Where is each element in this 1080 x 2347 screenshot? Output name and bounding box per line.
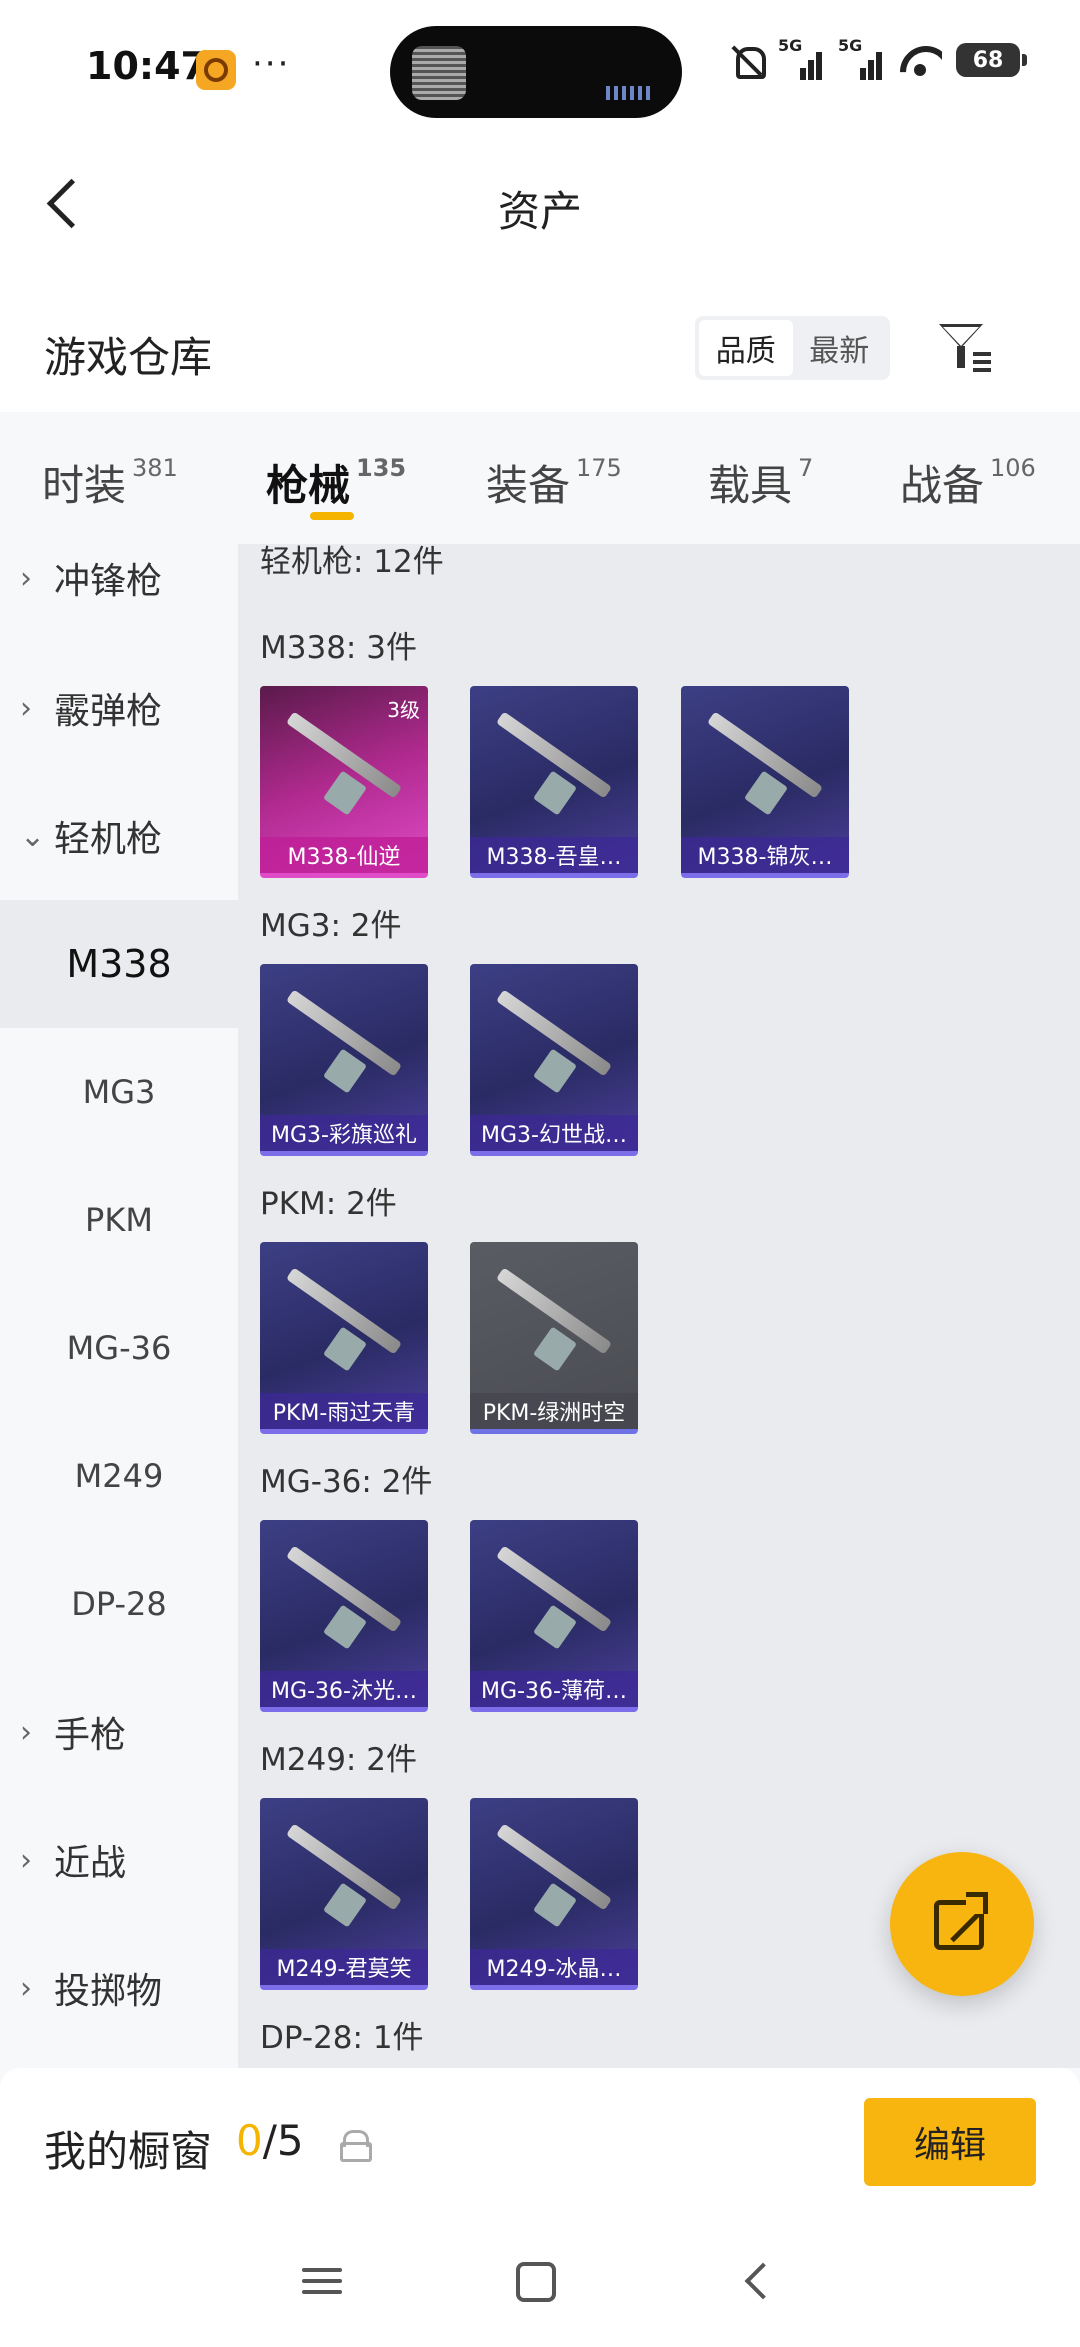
share-button[interactable] bbox=[890, 1852, 1034, 1996]
chevron-down-icon: ⌄ bbox=[20, 818, 46, 854]
level-badge: 3级 bbox=[387, 698, 420, 722]
weapon-name: M338-仙逆 bbox=[260, 837, 428, 873]
weapon-name: MG3-彩旗巡礼 bbox=[260, 1115, 428, 1151]
tab-vehicles[interactable]: 载具 7 bbox=[708, 452, 813, 513]
sidebar-item-lmg[interactable]: ⌄ 轻机枪 bbox=[0, 772, 238, 900]
tab-equipment[interactable]: 装备 175 bbox=[486, 452, 622, 513]
back-icon[interactable] bbox=[740, 2264, 774, 2298]
weapon-name: M249-冰晶… bbox=[470, 1949, 638, 1985]
weapon-name: M338-吾皇… bbox=[470, 837, 638, 873]
sidebar-subitem-m249[interactable]: M249 bbox=[0, 1412, 238, 1540]
weapon-card[interactable]: MG3-幻世战… bbox=[470, 964, 638, 1156]
tab-fashion[interactable]: 时装 381 bbox=[42, 452, 178, 513]
sort-by-quality-button[interactable]: 品质 bbox=[699, 320, 793, 376]
signal-icon-2: 5G bbox=[838, 36, 884, 80]
chevron-right-icon: › bbox=[20, 1970, 32, 2006]
status-bar: 10:47 ··· 5G 5G 68 bbox=[0, 0, 1080, 130]
group-title-pkm: PKM: 2件 bbox=[260, 1186, 397, 1222]
page-title: 资产 bbox=[497, 187, 582, 236]
sidebar-subitem-mg36[interactable]: MG-36 bbox=[0, 1284, 238, 1412]
sidebar-item-pistol[interactable]: › 手枪 bbox=[0, 1668, 238, 1796]
weapon-card[interactable]: 3级 M338-仙逆 bbox=[260, 686, 428, 878]
more-notifications-icon: ··· bbox=[252, 44, 291, 84]
audio-wave-icon bbox=[606, 86, 654, 100]
sidebar-item-melee[interactable]: › 近战 bbox=[0, 1796, 238, 1924]
weapon-name: M249-君莫笑 bbox=[260, 1949, 428, 1985]
chevron-right-icon: › bbox=[20, 1714, 32, 1750]
lock-icon bbox=[340, 2130, 372, 2162]
sidebar-subitem-mg3[interactable]: MG3 bbox=[0, 1028, 238, 1156]
tab-firearms[interactable]: 枪械 135 bbox=[266, 452, 406, 513]
section-header: 轻机枪: 12件 bbox=[260, 544, 444, 580]
sidebar-subitem-pkm[interactable]: PKM bbox=[0, 1156, 238, 1284]
status-time: 10:47 bbox=[86, 44, 207, 88]
group-title-dp28: DP-28: 1件 bbox=[260, 2020, 424, 2056]
home-icon[interactable] bbox=[516, 2262, 556, 2302]
media-thumbnail-icon bbox=[412, 46, 466, 100]
menu-icon[interactable] bbox=[302, 2264, 342, 2298]
weapon-list[interactable]: 轻机枪: 12件 M338: 3件 3级 M338-仙逆 M338-吾皇… M3… bbox=[238, 544, 1080, 2068]
sidebar-subitem-dp28[interactable]: DP-28 bbox=[0, 1540, 238, 1668]
showcase-label: 我的橱窗 bbox=[44, 2127, 213, 2176]
chevron-right-icon: › bbox=[20, 1842, 32, 1878]
weapon-card[interactable]: M338-锦灰… bbox=[681, 686, 849, 878]
battery-icon: 68 bbox=[956, 43, 1027, 77]
chevron-right-icon: › bbox=[20, 690, 32, 726]
mute-bell-icon bbox=[730, 43, 766, 79]
active-tab-indicator bbox=[310, 512, 354, 520]
weapon-card[interactable]: PKM-绿洲时空 bbox=[470, 1242, 638, 1434]
weapon-name: PKM-绿洲时空 bbox=[470, 1393, 638, 1429]
weapon-type-sidebar: › 冲锋枪 › 霰弹枪 ⌄ 轻机枪 M338 MG3 PKM MG-36 M24… bbox=[0, 544, 238, 2068]
sort-toggle: 品质 最新 bbox=[695, 316, 890, 380]
tab-supplies[interactable]: 战备 106 bbox=[900, 452, 1036, 513]
edit-button[interactable]: 编辑 bbox=[864, 2098, 1036, 2186]
showcase-count: 0/5 bbox=[236, 2116, 304, 2165]
group-title-mg3: MG3: 2件 bbox=[260, 908, 402, 944]
weapon-name: M338-锦灰… bbox=[681, 837, 849, 873]
sidebar-item-smg[interactable]: › 冲锋枪 bbox=[0, 514, 238, 642]
group-title-m249: M249: 2件 bbox=[260, 1742, 417, 1778]
weapon-card[interactable]: MG3-彩旗巡礼 bbox=[260, 964, 428, 1156]
app-header: 资产 bbox=[0, 130, 1080, 280]
group-title-m338: M338: 3件 bbox=[260, 630, 417, 666]
sidebar-subitem-m338[interactable]: M338 bbox=[0, 900, 238, 1028]
signal-icon-1: 5G bbox=[778, 36, 824, 80]
wifi-icon bbox=[898, 42, 942, 78]
sort-by-newest-button[interactable]: 最新 bbox=[793, 320, 887, 376]
warehouse-title: 游戏仓库 bbox=[44, 333, 213, 382]
group-title-mg36: MG-36: 2件 bbox=[260, 1464, 433, 1500]
weapon-name: MG-36-薄荷… bbox=[470, 1671, 638, 1707]
sidebar-item-throwable[interactable]: › 投掷物 bbox=[0, 1924, 238, 2052]
weapon-card[interactable]: MG-36-薄荷… bbox=[470, 1520, 638, 1712]
app-notification-icon bbox=[196, 50, 236, 90]
weapon-name: PKM-雨过天青 bbox=[260, 1393, 428, 1429]
weapon-name: MG3-幻世战… bbox=[470, 1115, 638, 1151]
warehouse-header: 游戏仓库 品质 最新 bbox=[0, 280, 1080, 412]
showcase-bar: 我的橱窗 0/5 编辑 bbox=[0, 2068, 1080, 2228]
weapon-card[interactable]: M249-冰晶… bbox=[470, 1798, 638, 1990]
weapon-card[interactable]: MG-36-沐光… bbox=[260, 1520, 428, 1712]
chevron-right-icon: › bbox=[20, 560, 32, 596]
weapon-card[interactable]: M249-君莫笑 bbox=[260, 1798, 428, 1990]
sidebar-item-shotgun[interactable]: › 霰弹枪 bbox=[0, 644, 238, 772]
filter-icon[interactable] bbox=[935, 318, 995, 378]
system-navigation-bar bbox=[0, 2228, 1080, 2347]
weapon-name: MG-36-沐光… bbox=[260, 1671, 428, 1707]
weapon-card[interactable]: M338-吾皇… bbox=[470, 686, 638, 878]
dynamic-island bbox=[390, 26, 682, 118]
weapon-card[interactable]: PKM-雨过天青 bbox=[260, 1242, 428, 1434]
